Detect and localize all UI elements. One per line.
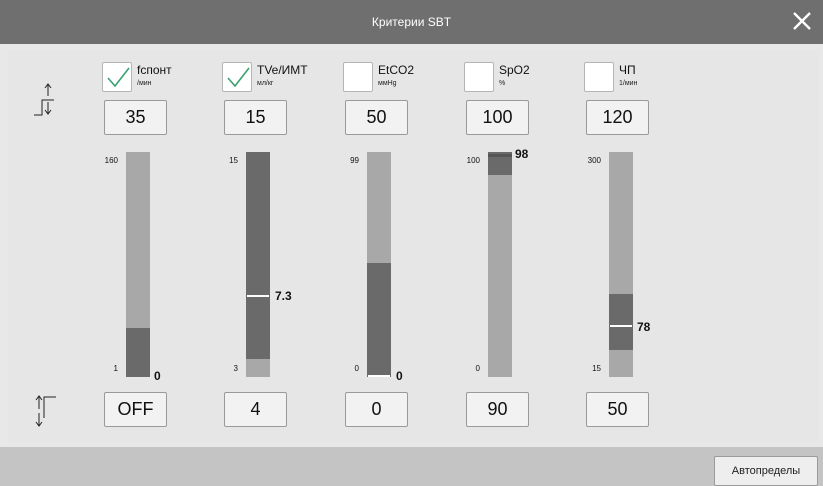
current-value-label: 78 — [637, 320, 651, 334]
current-value-label: 98 — [515, 147, 529, 161]
current-value-label: 0 — [396, 369, 403, 383]
high-limit-field[interactable]: 120 — [586, 100, 649, 135]
scale-top-label: 100 — [466, 156, 480, 165]
checkmark-icon — [227, 67, 250, 88]
high-limit-field[interactable]: 15 — [224, 100, 287, 135]
current-value-label: 7.3 — [275, 289, 292, 303]
bar-range-fill — [126, 328, 150, 377]
scale-bottom-label: 3 — [233, 364, 238, 373]
dialog-title: Критерии SBT — [371, 15, 452, 29]
high-limit-field[interactable]: 100 — [466, 100, 529, 135]
close-icon[interactable] — [789, 8, 815, 34]
scale-bottom-label: 0 — [354, 364, 359, 373]
param-name: ЧП — [619, 63, 636, 77]
limit-bar — [367, 152, 391, 377]
high-limit-icon — [34, 80, 56, 122]
low-limit-icon — [34, 393, 56, 431]
scale-bottom-label: 15 — [592, 364, 601, 373]
param-unit: % — [499, 80, 506, 87]
scale-bottom-label: 0 — [475, 364, 480, 373]
limit-bar — [609, 152, 633, 377]
scale-top-label: 15 — [229, 156, 238, 165]
limit-bar — [488, 152, 512, 377]
high-limit-field[interactable]: 35 — [104, 100, 167, 135]
enable-checkbox[interactable] — [222, 62, 252, 92]
scale-top-label: 99 — [350, 156, 359, 165]
param-unit: 1/мин — [619, 80, 638, 87]
low-limit-field[interactable]: 0 — [345, 392, 408, 427]
scale-bottom-label: 1 — [113, 364, 118, 373]
limit-bar — [246, 152, 270, 377]
low-limit-field[interactable]: OFF — [104, 392, 167, 427]
title-bar: Критерии SBT — [0, 0, 823, 44]
enable-checkbox[interactable] — [464, 62, 494, 92]
enable-checkbox[interactable] — [343, 62, 373, 92]
param-name: fспонт — [137, 63, 172, 77]
current-value-marker — [488, 154, 512, 157]
bar-range-fill — [609, 294, 633, 350]
low-limit-field[interactable]: 90 — [466, 392, 529, 427]
current-value-marker — [610, 325, 632, 327]
scale-top-label: 160 — [104, 156, 118, 165]
high-limit-field[interactable]: 50 — [345, 100, 408, 135]
current-value-marker — [247, 295, 269, 297]
low-limit-field[interactable]: 4 — [224, 392, 287, 427]
current-value-label: 0 — [154, 369, 161, 383]
auto-limits-button[interactable]: Автопределы — [714, 456, 818, 486]
param-name: SpO2 — [499, 63, 530, 77]
param-unit: /мин — [137, 80, 152, 87]
param-unit: ммHg — [378, 80, 397, 87]
checkmark-icon — [107, 67, 130, 88]
param-unit: мл/кг — [257, 80, 274, 87]
scale-top-label: 300 — [587, 156, 601, 165]
footer-bar: Автопределы — [0, 447, 823, 486]
enable-checkbox[interactable] — [102, 62, 132, 92]
bar-range-fill — [367, 263, 391, 377]
enable-checkbox[interactable] — [584, 62, 614, 92]
low-limit-field[interactable]: 50 — [586, 392, 649, 427]
param-name: EtCO2 — [378, 63, 415, 77]
bar-range-fill — [246, 152, 270, 359]
current-value-marker — [368, 375, 390, 377]
param-name: TVe/ИМТ — [257, 63, 308, 77]
limit-bar — [126, 152, 150, 377]
